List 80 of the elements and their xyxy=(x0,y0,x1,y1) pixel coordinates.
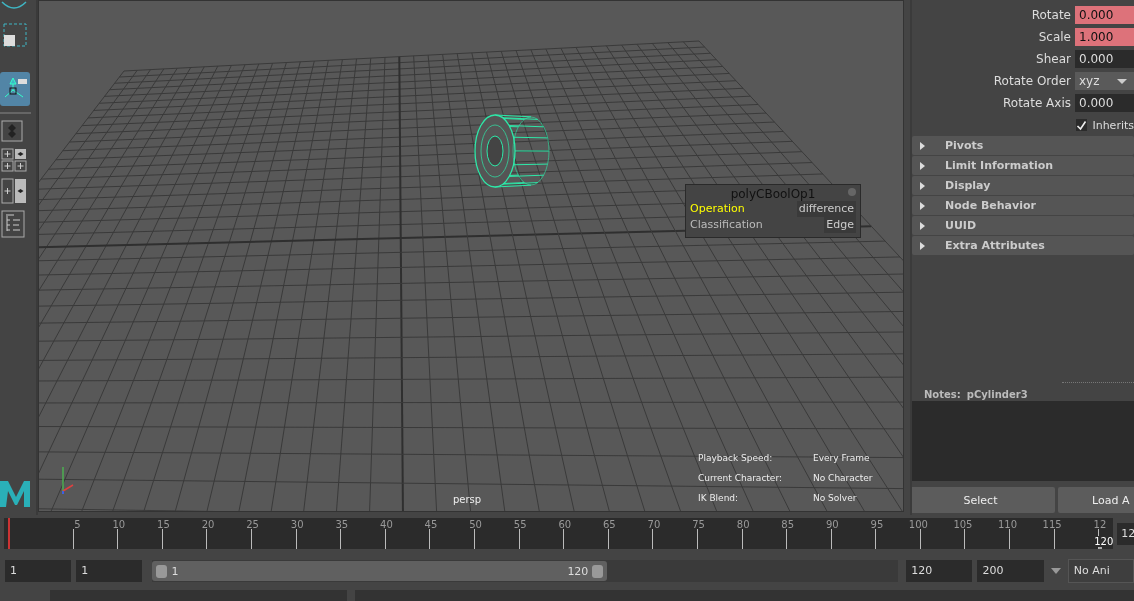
notes-label: Notes: xyxy=(924,389,961,400)
frame-number: 95 xyxy=(870,519,884,530)
attribute-label: Rotate Axis xyxy=(1002,96,1072,110)
frame-number: 10 xyxy=(112,519,126,530)
section-header[interactable]: UUID xyxy=(912,216,1134,235)
lasso-tool-icon[interactable] xyxy=(0,0,30,12)
camera-label: persp xyxy=(453,494,482,505)
checkbox[interactable] xyxy=(1076,119,1088,131)
frame-number: 115 xyxy=(1042,519,1062,530)
frame-number: 35 xyxy=(335,519,349,530)
frame-number: 15 xyxy=(157,519,170,530)
frame-number: 25 xyxy=(246,519,259,530)
frame-number: 60 xyxy=(558,519,572,530)
range-end-handle[interactable] xyxy=(592,564,604,578)
panel-button[interactable]: Load A xyxy=(1058,487,1134,513)
playback-end-field[interactable]: 120 xyxy=(906,560,973,582)
playback-start-field[interactable]: 1 xyxy=(76,560,143,582)
start-field[interactable]: 1 xyxy=(5,560,72,582)
layout-icon[interactable] xyxy=(0,120,23,142)
frame-number: 65 xyxy=(603,519,616,530)
hud-value: No Solver xyxy=(813,493,858,503)
attribute-label: Classification xyxy=(690,217,763,233)
hud-label: Current Character: xyxy=(698,473,783,483)
attribute-label: Rotate Order xyxy=(992,74,1072,88)
frame-number: 5 xyxy=(74,519,81,530)
frame-number: 80 xyxy=(736,519,750,530)
input-field[interactable]: 1.000 xyxy=(1075,28,1134,46)
section-header[interactable]: Pivots xyxy=(912,136,1134,155)
input-field[interactable]: 0.000 xyxy=(1075,94,1134,112)
outliner-icon[interactable] xyxy=(0,210,25,238)
hud-label: Playback Speed: xyxy=(698,453,774,463)
frame-number: 110 xyxy=(997,519,1018,530)
panel-button[interactable]: Select xyxy=(912,487,1055,513)
input-field[interactable]: 0.000 xyxy=(1075,50,1134,68)
frame-number: 55 xyxy=(513,519,527,530)
range-start-handle[interactable] xyxy=(156,564,168,578)
time-slider[interactable]: 5 10 15 20 25 30 35 40 45 50 55 60 65 70 75 80 85 90 95 100 105 110 115 12 120 xyxy=(4,518,1114,549)
caret-icon xyxy=(1117,79,1127,84)
range-end-value: 120 xyxy=(567,564,589,578)
manipulator-tool-icon[interactable] xyxy=(0,72,30,106)
section-header[interactable]: Node Behavior xyxy=(912,196,1134,215)
attribute-label: Operation xyxy=(690,201,745,217)
end-field[interactable]: 200 xyxy=(977,560,1044,582)
frame-field[interactable]: 12 xyxy=(1117,522,1134,545)
attribute-label: Shear xyxy=(1035,52,1072,66)
range-bar[interactable] xyxy=(152,561,608,581)
frame-number: 12 xyxy=(1093,519,1107,530)
section-header[interactable]: Extra Attributes xyxy=(912,236,1134,255)
section-header[interactable]: Limit Information xyxy=(912,156,1134,175)
frame-number: 100 xyxy=(908,519,928,530)
rotate-order-dropdown[interactable]: xyz xyxy=(1075,72,1134,90)
checkbox-label: Inherits xyxy=(1092,118,1134,132)
hud-value: No Character xyxy=(813,473,874,483)
anim-layer-dropdown[interactable]: No Ani xyxy=(1067,559,1134,583)
frame-number: 30 xyxy=(290,519,304,530)
frame-number: 75 xyxy=(692,519,705,530)
node-name: pCylinder3 xyxy=(966,389,1028,400)
input-field[interactable]: 0.000 xyxy=(1075,6,1134,24)
frame-number: 105 xyxy=(953,519,973,530)
attribute-label: Scale xyxy=(1037,30,1072,44)
attribute-value[interactable]: difference xyxy=(796,201,856,217)
attribute-label: Rotate xyxy=(1030,8,1072,22)
hud-value: Every Frame xyxy=(813,453,871,463)
range-start-value: 1 xyxy=(171,564,179,578)
frame-number: 90 xyxy=(825,519,839,530)
hud-label: IK Blend: xyxy=(698,493,740,503)
attribute-value[interactable]: Edge xyxy=(824,217,856,233)
frame-number: 50 xyxy=(469,519,482,530)
frame-number: 70 xyxy=(647,519,661,530)
caret-icon[interactable] xyxy=(1050,568,1061,574)
range-slider[interactable]: 1 120 xyxy=(152,560,899,582)
frame-number: 40 xyxy=(380,519,393,530)
current-frame: 120 xyxy=(1094,536,1114,547)
notes-field[interactable] xyxy=(912,401,1134,481)
two-pane-layout-icon[interactable] xyxy=(0,178,27,204)
frame-number: 85 xyxy=(781,519,795,530)
frame-number: 20 xyxy=(201,519,215,530)
four-pane-layout-icon[interactable] xyxy=(0,148,27,172)
frame-number: 45 xyxy=(424,519,438,530)
section-header[interactable]: Display xyxy=(912,176,1134,195)
